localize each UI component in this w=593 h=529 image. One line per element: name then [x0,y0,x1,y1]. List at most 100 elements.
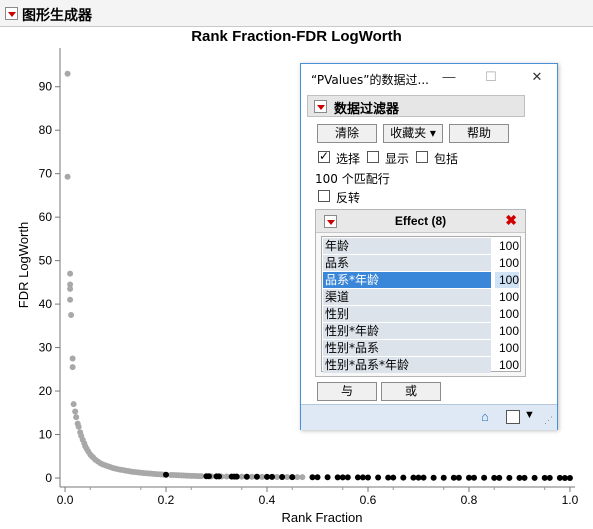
effect-row[interactable]: 性别 100 [322,306,520,323]
effect-row-count: 100 [498,239,519,253]
x-tick-label: 0.4 [259,493,276,507]
effect-row-count: 100 [495,272,519,288]
effect-row-name: 渠道 [323,289,491,305]
data-point [216,473,223,480]
home-icon[interactable]: ⌂ [481,409,489,424]
y-tick-label: 50 [39,254,53,268]
data-point [233,473,240,480]
data-point [205,473,212,480]
data-point [400,474,407,481]
clear-button[interactable]: 清除 [317,124,377,143]
data-point [75,423,82,430]
effect-row-name: 年龄 [323,238,491,254]
data-point [314,474,321,481]
include-checkbox[interactable] [416,151,428,163]
favorites-button[interactable]: 收藏夹 ▾ [383,124,443,143]
data-point [299,474,306,481]
select-checkbox[interactable] [318,149,330,163]
x-axis-label: Rank Fraction [282,510,363,525]
invert-label: 反转 [336,191,361,205]
data-point [67,285,74,292]
show-checkbox[interactable] [367,151,379,163]
x-tick-label: 1.0 [562,493,579,507]
data-point [566,474,573,481]
effect-row[interactable]: 品系 100 [322,255,520,272]
y-tick-label: 80 [39,123,53,137]
remove-effect-icon[interactable]: ✖ [505,212,517,229]
or-button[interactable]: 或 [381,382,441,401]
data-point [69,364,76,371]
effect-row[interactable]: 品系*年龄 100 [322,272,520,289]
filter-title: 数据过滤器 [334,102,400,117]
y-tick-label: 40 [39,297,53,311]
effect-row-name: 品系*年龄 [323,272,491,288]
effect-row[interactable]: 年龄 100 [322,238,520,255]
data-point [269,473,276,480]
effect-header: Effect (8) ✖ [316,210,525,233]
effect-row-count: 100 [498,256,519,270]
data-point [68,311,75,318]
data-point [546,474,553,481]
data-point [440,474,447,481]
data-point [73,414,80,421]
x-tick-label: 0.0 [57,493,74,507]
select-label: 选择 [336,152,361,166]
effect-filter-panel: Effect (8) ✖ 年龄 100 品系 100 品系*年龄 100 渠道 100 性别 10… [315,209,526,377]
filter-header: 数据过滤器 [307,95,525,117]
effect-row[interactable]: 性别*年龄 100 [322,323,520,340]
and-button[interactable]: 与 [317,382,377,401]
data-point [64,70,71,77]
effect-row-name: 性别*品系 [323,340,491,356]
data-point [481,474,488,481]
effect-list: 年龄 100 品系 100 品系*年龄 100 渠道 100 性别 100 性别*年龄 100 性别*品… [321,236,521,374]
data-point [344,474,351,481]
x-tick-label: 0.6 [360,493,377,507]
effect-row[interactable]: 性别*品系*年龄 100 [322,357,520,374]
data-point [506,474,513,481]
data-filter-window: “PValues”的数据过... — ☐ ✕ 数据过滤器 清除 收藏夹 ▾ 帮助… [300,63,558,430]
resize-grip-icon[interactable]: ⋰ [544,415,553,426]
help-button[interactable]: 帮助 [449,124,509,143]
data-point [69,355,76,362]
maximize-button[interactable]: ☐ [479,68,503,86]
data-point [72,408,79,415]
layout-box-icon[interactable] [506,410,520,424]
data-point [324,474,331,481]
data-point [420,474,427,481]
invert-checkbox[interactable] [318,190,330,202]
effect-row-count: 100 [498,324,519,338]
y-axis-label: FDR LogWorth [16,222,31,308]
effect-row-count: 100 [498,341,519,355]
data-point [67,296,74,303]
effect-row[interactable]: 性别*品系 100 [322,340,520,357]
x-tick-label: 0.8 [461,493,478,507]
data-point [253,473,260,480]
data-point [364,474,371,481]
data-point [390,474,397,481]
y-tick-label: 20 [39,384,53,398]
y-tick-label: 70 [39,167,53,181]
filter-red-triangle-icon[interactable] [314,100,327,113]
close-button[interactable]: ✕ [525,68,549,86]
effect-row-count: 100 [498,290,519,304]
data-point [496,474,503,481]
y-tick-label: 0 [45,471,52,485]
y-tick-label: 90 [39,80,53,94]
effect-row-name: 性别 [323,306,491,322]
data-point [375,474,382,481]
data-point [531,474,538,481]
data-point [430,474,437,481]
data-point [455,474,462,481]
show-label: 显示 [385,152,410,166]
window-status-bar: ⌂ ▼ ⋰ [301,404,557,430]
match-count-text: 100 个匹配行 [315,172,390,186]
y-tick-label: 30 [39,341,53,355]
effect-row[interactable]: 渠道 100 [322,289,520,306]
minimize-button[interactable]: — [437,68,461,86]
include-label: 包括 [434,152,459,166]
status-menu-arrow-icon[interactable]: ▼ [524,409,535,421]
data-point [289,474,296,481]
window-body: 数据过滤器 清除 收藏夹 ▾ 帮助 选择 显示 包括 100 个匹配行 反转 E… [301,92,557,402]
data-point [521,474,528,481]
data-point [279,474,286,481]
